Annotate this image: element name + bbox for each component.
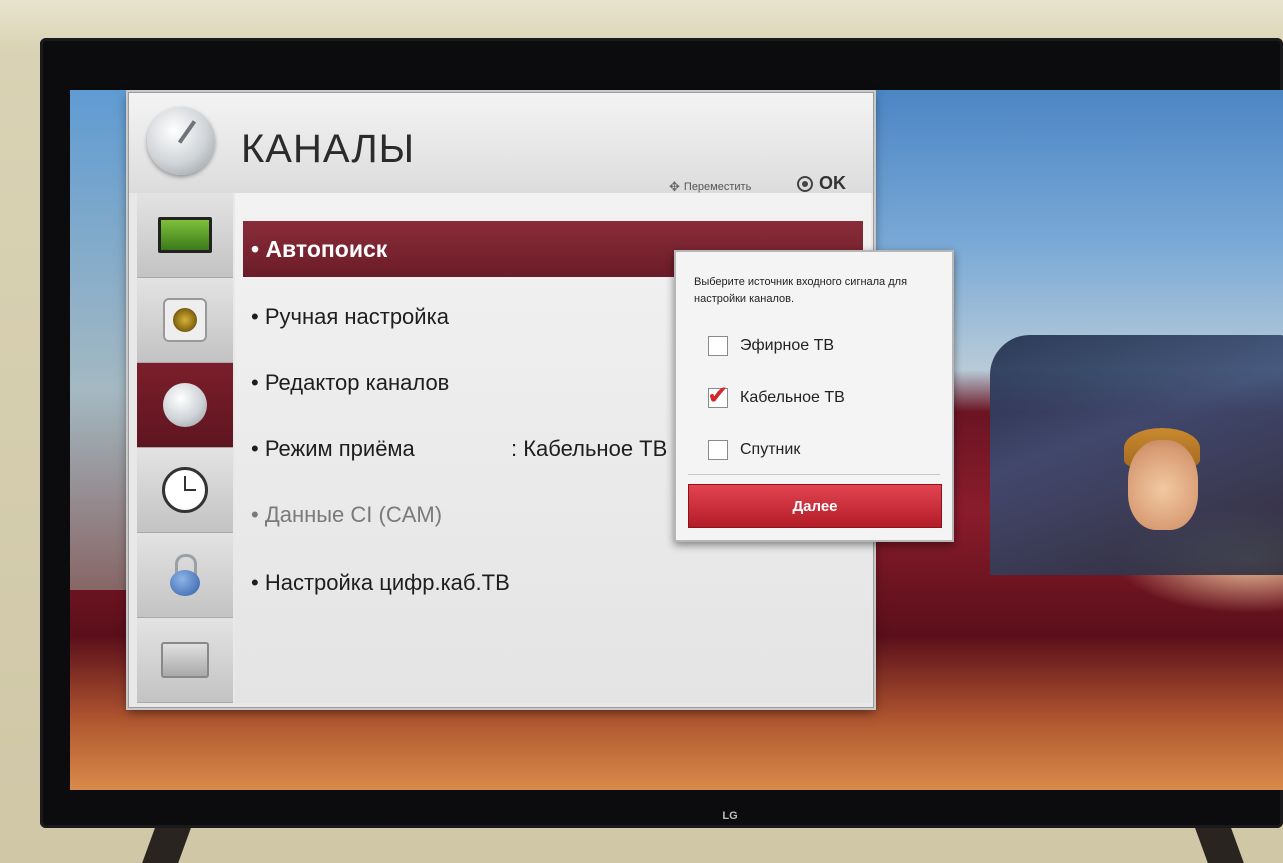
menu-item-label: • Автопоиск	[251, 235, 388, 262]
move-hint-label: Переместить	[683, 181, 752, 193]
cable-checkbox[interactable]	[707, 381, 729, 411]
menu-item-label: • Ручная настройка	[251, 304, 449, 329]
category-options[interactable]	[137, 618, 233, 703]
menu-item-digital-cable-setup[interactable]: • Настройка цифр.каб.ТВ	[243, 555, 863, 611]
category-sound[interactable]	[137, 278, 233, 363]
dialog-divider	[688, 474, 940, 475]
signal-source-dialog: Выберите источник входного сигнала для н…	[674, 250, 954, 542]
menu-item-label: • Редактор каналов	[251, 370, 450, 395]
option-antenna[interactable]: Эфирное ТВ	[708, 336, 834, 356]
channels-dish-icon	[163, 383, 207, 427]
satellite-dish-icon	[147, 107, 215, 175]
category-rail	[137, 193, 233, 703]
option-label: Спутник	[740, 441, 801, 458]
option-label: Кабельное ТВ	[740, 389, 845, 406]
option-satellite[interactable]: Спутник	[708, 440, 800, 460]
sound-speaker-icon	[163, 298, 207, 342]
tv-brand-logo: LG	[722, 810, 738, 822]
antenna-checkbox[interactable]	[708, 336, 728, 356]
options-toolbox-icon	[161, 642, 209, 678]
category-picture[interactable]	[137, 193, 233, 278]
menu-item-value: : Кабельное ТВ	[511, 436, 668, 461]
menu-title: КАНАЛЫ	[241, 127, 416, 171]
category-time[interactable]	[137, 448, 233, 533]
ok-button-icon	[797, 175, 813, 192]
category-channels[interactable]	[137, 363, 233, 448]
option-cable[interactable]: Кабельное ТВ	[707, 381, 845, 411]
menu-item-label: • Настройка цифр.каб.ТВ	[251, 570, 510, 595]
menu-item-label: • Режим приёма	[251, 436, 415, 461]
menu-header: КАНАЛЫ ✥ Переместить OK	[129, 93, 873, 194]
lock-icon	[170, 554, 200, 596]
category-lock[interactable]	[137, 533, 233, 618]
option-label: Эфирное ТВ	[740, 337, 835, 354]
picture-tv-icon	[158, 217, 212, 253]
background-child-face	[1128, 440, 1198, 530]
ok-hint: OK	[797, 173, 846, 194]
ok-hint-label: OK	[819, 173, 846, 193]
next-button[interactable]: Далее	[688, 484, 942, 528]
menu-item-label: • Данные CI (CAM)	[251, 502, 443, 527]
satellite-checkbox[interactable]	[708, 440, 728, 460]
time-clock-icon	[162, 467, 208, 513]
dialog-prompt: Выберите источник входного сигнала для н…	[694, 276, 908, 305]
